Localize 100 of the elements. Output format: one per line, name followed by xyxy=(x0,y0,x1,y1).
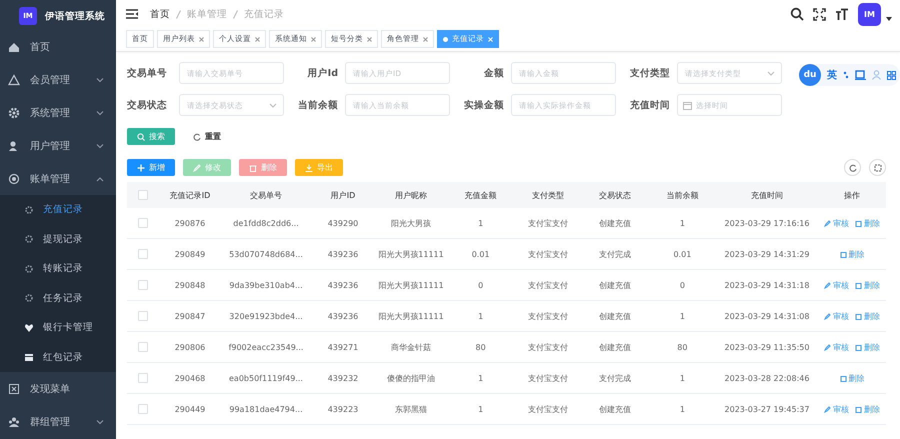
delete-link[interactable]: 删除 xyxy=(840,248,864,260)
table-cell: 创建充值 xyxy=(582,332,649,362)
wallet-icon xyxy=(24,352,34,362)
table-cell: 支付宝支付 xyxy=(514,332,582,362)
row-checkbox[interactable] xyxy=(138,218,148,228)
columns-button[interactable] xyxy=(869,159,886,176)
row-checkbox[interactable] xyxy=(138,311,148,321)
ime-logo[interactable]: du xyxy=(799,64,821,86)
slash-icon xyxy=(233,10,238,18)
punctuation-icon xyxy=(843,71,849,79)
chevron-icon xyxy=(269,102,277,108)
field-label: 交易单号 xyxy=(127,66,168,80)
table-cell: 290849 xyxy=(159,238,221,270)
table-cell: 439236 xyxy=(311,270,375,300)
nav-item[interactable]: 系统管理 xyxy=(0,96,116,129)
calendar-icon xyxy=(683,100,692,110)
review-link[interactable]: 审核 xyxy=(824,280,849,290)
submenu-item[interactable]: 转账记录 xyxy=(0,254,116,284)
row-checkbox[interactable] xyxy=(138,280,148,290)
submenu-item[interactable]: 提现记录 xyxy=(0,224,116,254)
table-cell: 99a181dae4794... xyxy=(221,394,311,424)
field-label: 实操金额 xyxy=(463,98,504,112)
select-all-checkbox[interactable] xyxy=(138,190,148,200)
row-checkbox[interactable] xyxy=(138,404,148,414)
delete-link[interactable]: 删除 xyxy=(855,310,880,322)
menu-icon xyxy=(126,9,138,19)
circle-icon xyxy=(8,172,20,184)
table-cell: 2023-03-29 17:16:16 xyxy=(716,208,818,238)
column-header: 当前余额 xyxy=(648,182,716,208)
plus-icon xyxy=(137,164,145,172)
column-header: 操作 xyxy=(818,182,886,208)
refresh-button[interactable] xyxy=(844,159,861,176)
user-icon xyxy=(872,70,881,80)
delete-link[interactable]: 删除 xyxy=(855,342,880,352)
breadcrumb-item[interactable]: 首页 xyxy=(150,8,170,20)
trash-icon xyxy=(840,250,846,258)
language-mode[interactable]: 英 xyxy=(827,68,837,82)
table-cell: 1 xyxy=(648,300,716,332)
trash-icon xyxy=(855,282,862,288)
table-cell: 439232 xyxy=(311,362,375,394)
submenu-item[interactable]: 任务记录 xyxy=(0,284,116,313)
nav-item[interactable]: 会员管理 xyxy=(0,63,116,96)
heart-icon xyxy=(24,322,34,333)
delete-link[interactable]: 删除 xyxy=(855,404,880,414)
table-cell: 290468 xyxy=(159,362,221,394)
gear-icon xyxy=(8,106,20,118)
nav-item[interactable]: 首页 xyxy=(0,30,116,63)
download-icon xyxy=(305,164,313,172)
submenu-item[interactable]: 红包记录 xyxy=(0,342,116,372)
table-cell: 创建充值 xyxy=(582,394,649,424)
search-icon xyxy=(137,132,145,140)
delete-link[interactable]: 删除 xyxy=(840,372,864,384)
table-cell: 439236 xyxy=(311,300,375,332)
search-icon[interactable] xyxy=(790,7,804,21)
row-checkbox[interactable] xyxy=(138,342,148,352)
table-cell: 东郭黑猫 xyxy=(375,394,447,424)
row-checkbox[interactable] xyxy=(138,373,148,383)
trash-icon xyxy=(855,344,862,350)
fullscreen-icon[interactable] xyxy=(813,8,826,20)
home-icon xyxy=(8,40,20,52)
avatar[interactable]: IM xyxy=(858,2,881,26)
table-cell: 阳光大男孩11111 xyxy=(375,300,447,332)
table-cell: 439223 xyxy=(311,394,375,424)
review-link[interactable]: 审核 xyxy=(824,218,849,228)
nav-item[interactable]: 群组管理 xyxy=(0,405,116,438)
table-cell: 290876 xyxy=(159,208,221,238)
nav-item[interactable]: 账单管理 xyxy=(0,162,116,195)
dot-icon xyxy=(24,293,34,304)
input-method-toolbar[interactable]: du 英 xyxy=(799,64,900,86)
keyboard-icon xyxy=(855,70,866,80)
table-cell: 2023-03-28 22:08:46 xyxy=(716,362,818,394)
column-header: 充值记录ID xyxy=(159,182,221,208)
table-cell: 阳光大男孩 xyxy=(375,208,447,238)
table-cell: 支付宝支付 xyxy=(514,300,582,332)
review-link[interactable]: 审核 xyxy=(824,404,849,414)
row-checkbox[interactable] xyxy=(138,249,148,259)
review-link[interactable]: 审核 xyxy=(824,342,849,352)
column-header: 用户昵称 xyxy=(375,182,447,208)
table-cell: 439236 xyxy=(311,238,375,270)
trash-icon xyxy=(855,406,862,412)
submenu-item[interactable]: 银行卡管理 xyxy=(0,313,116,342)
add-button[interactable]: 新增 xyxy=(127,159,175,176)
table-cell: 1 xyxy=(648,362,716,394)
warning-icon xyxy=(8,74,20,86)
pencil-icon xyxy=(824,220,831,226)
delete-link[interactable]: 删除 xyxy=(855,280,880,290)
table-cell: 1 xyxy=(648,208,716,238)
submenu-item[interactable]: 充值记录 xyxy=(0,195,116,224)
dot-icon xyxy=(24,234,34,244)
nav-item[interactable]: 发现菜单 xyxy=(0,372,116,405)
table-cell: 2023-03-29 11:35:50 xyxy=(716,332,818,362)
table-cell: 0 xyxy=(447,270,514,300)
delete-link[interactable]: 删除 xyxy=(855,218,880,228)
review-link[interactable]: 审核 xyxy=(824,310,849,322)
table-cell: 创建充值 xyxy=(582,208,649,238)
table-cell: 阳光大男孩11111 xyxy=(375,270,447,300)
trash-icon xyxy=(840,374,846,382)
text-size-icon[interactable] xyxy=(835,8,849,20)
table-cell: 支付完成 xyxy=(582,362,649,394)
nav-item[interactable]: 用户管理 xyxy=(0,129,116,162)
